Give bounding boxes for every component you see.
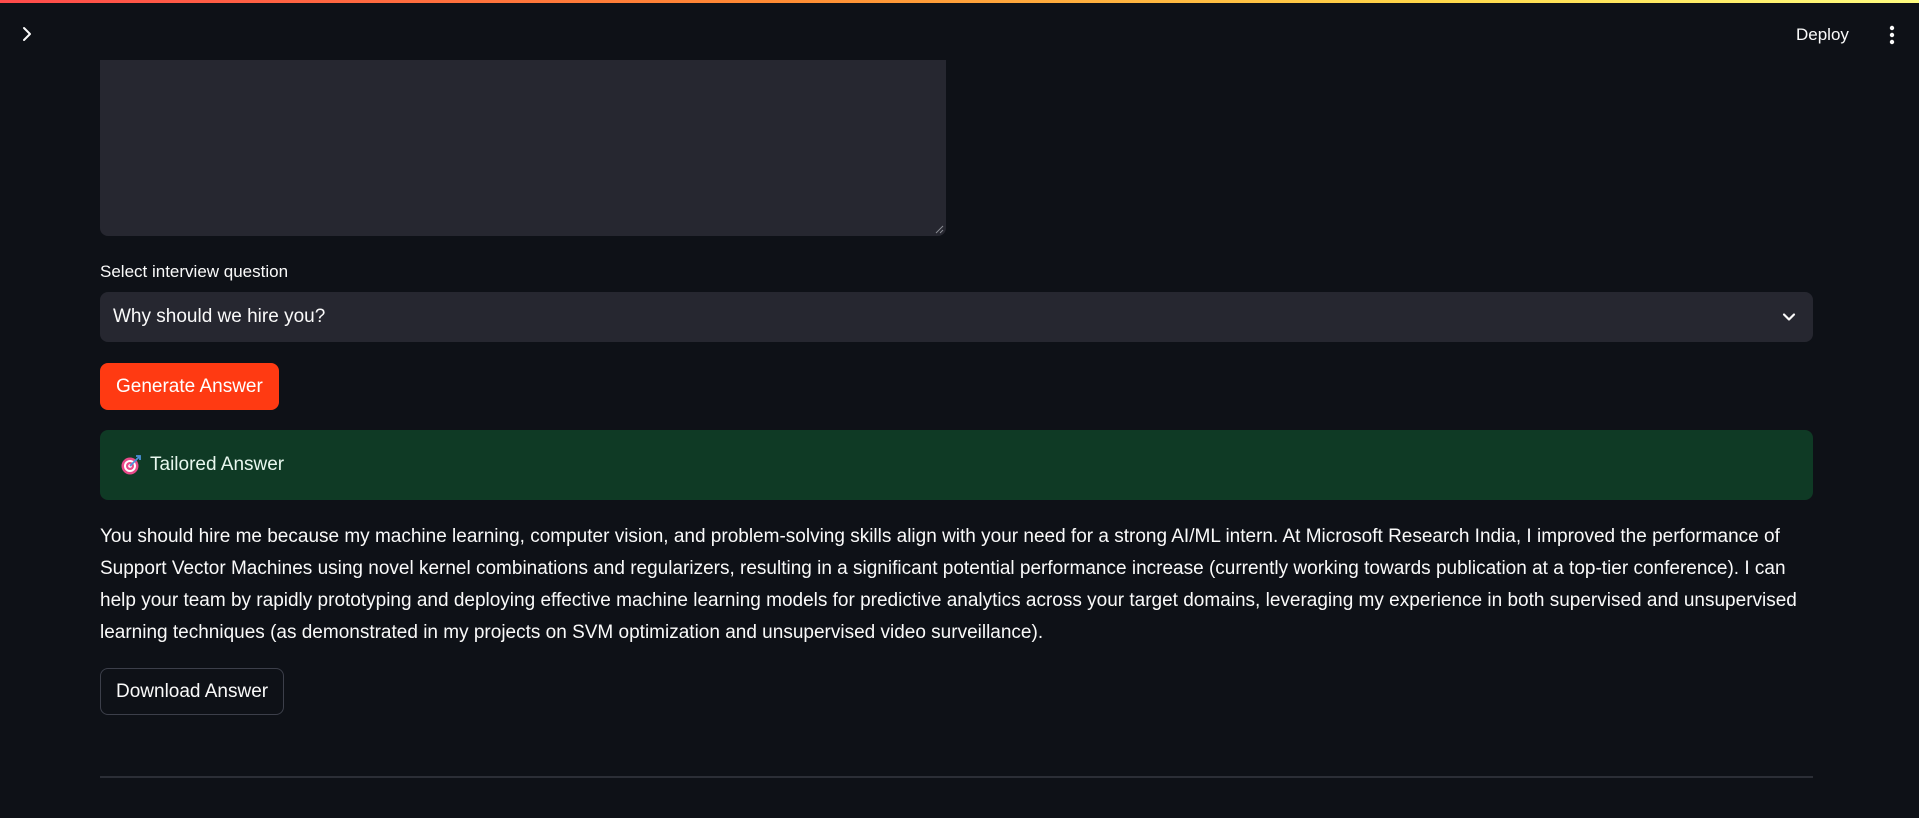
- sidebar-toggle-button[interactable]: [14, 21, 40, 47]
- vertical-dots-icon: [1889, 25, 1895, 45]
- target-icon: [121, 455, 141, 475]
- main-menu-button[interactable]: [1880, 21, 1904, 49]
- section-divider: [100, 776, 1813, 778]
- question-select-value: Why should we hire you?: [113, 306, 326, 327]
- download-answer-button[interactable]: Download Answer: [100, 668, 285, 715]
- success-title: Tailored Answer: [150, 454, 285, 475]
- resume-text-area[interactable]: [100, 60, 946, 236]
- chevron-down-icon: [1782, 313, 1796, 321]
- generated-answer-text: You should hire me because my machine le…: [100, 526, 1797, 643]
- resize-handle-icon[interactable]: [934, 224, 944, 234]
- success-message: Tailored Answer: [100, 430, 1813, 500]
- deploy-button[interactable]: Deploy: [1796, 20, 1849, 50]
- question-select-label: Select interview question: [100, 262, 289, 281]
- app-header: Deploy: [0, 3, 1919, 61]
- question-select[interactable]: Why should we hire you?: [100, 292, 1813, 342]
- generate-answer-button[interactable]: Generate Answer: [100, 363, 279, 410]
- chevron-right-icon: [23, 27, 31, 41]
